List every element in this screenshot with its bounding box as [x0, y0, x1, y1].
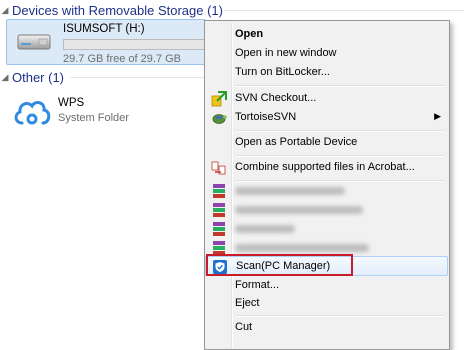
- menu-separator: [235, 155, 445, 157]
- group-title-other: Other (1): [12, 69, 65, 85]
- menu-item-label: TortoiseSVN: [235, 111, 297, 123]
- menu-item-label: Open in new window: [235, 47, 337, 59]
- svn-checkout-icon: [211, 91, 227, 107]
- menu-item-format[interactable]: Format...: [207, 276, 447, 296]
- menu-item-archive-2[interactable]: [207, 200, 447, 220]
- collapse-chevron-icon[interactable]: ◢: [0, 72, 10, 83]
- context-menu: Open Open in new window Turn on BitLocke…: [204, 20, 450, 350]
- drive-name: ISUMSOFT (H:): [63, 23, 145, 35]
- group-divider: [224, 10, 464, 11]
- menu-item-bitlocker[interactable]: Turn on BitLocker...: [207, 63, 447, 83]
- cloud-icon[interactable]: [12, 95, 52, 129]
- group-header-removable[interactable]: ◢ Devices with Removable Storage (1): [0, 0, 223, 20]
- menu-item-archive-1[interactable]: [207, 181, 447, 201]
- wps-type: System Folder: [58, 112, 129, 124]
- drive-capacity-bar: [63, 39, 213, 50]
- tortoise-icon: [212, 114, 227, 124]
- menu-item-label: SVN Checkout...: [235, 92, 317, 104]
- menu-item-label: Turn on BitLocker...: [235, 66, 330, 78]
- winrar-icon: [213, 184, 225, 198]
- menu-item-eject[interactable]: Eject: [207, 294, 447, 314]
- group-divider: [70, 77, 204, 78]
- blurred-label: [235, 244, 369, 252]
- menu-item-label: Open: [235, 28, 264, 40]
- menu-item-archive-3[interactable]: [207, 219, 447, 239]
- menu-item-cut[interactable]: Cut: [207, 318, 447, 338]
- menu-separator: [235, 315, 445, 317]
- menu-item-label: Eject: [235, 297, 260, 309]
- drive-free-space: 29.7 GB free of 29.7 GB: [63, 53, 182, 65]
- menu-item-open[interactable]: Open: [207, 25, 447, 45]
- menu-item-open-new-window[interactable]: Open in new window: [207, 44, 447, 64]
- collapse-chevron-icon[interactable]: ◢: [0, 5, 10, 16]
- menu-separator: [235, 85, 445, 87]
- menu-item-label: Format...: [235, 279, 280, 291]
- wps-name[interactable]: WPS: [58, 97, 84, 109]
- blurred-label: [235, 225, 295, 233]
- menu-separator: [235, 130, 445, 132]
- menu-item-label: Open as Portable Device: [235, 136, 358, 148]
- submenu-arrow-icon: ▶: [434, 111, 441, 121]
- acrobat-icon: [211, 161, 226, 175]
- menu-item-svn-checkout[interactable]: SVN Checkout...: [207, 89, 447, 109]
- winrar-icon: [213, 203, 225, 217]
- menu-item-label: Combine supported files in Acrobat...: [235, 161, 415, 173]
- scan-highlight-annotation: [206, 254, 353, 276]
- group-header-other[interactable]: ◢ Other (1): [0, 67, 64, 87]
- menu-item-combine-acrobat[interactable]: Combine supported files in Acrobat...: [207, 158, 447, 178]
- blurred-label: [235, 187, 345, 195]
- usb-drive-icon: [17, 34, 51, 50]
- winrar-icon: [213, 222, 225, 236]
- drive-tile-isumsoft[interactable]: ISUMSOFT (H:) 29.7 GB free of 29.7 GB: [6, 19, 213, 65]
- menu-item-label: Cut: [235, 321, 253, 333]
- menu-item-portable-device[interactable]: Open as Portable Device: [207, 133, 447, 153]
- blurred-label: [235, 206, 363, 214]
- menu-item-tortoisesvn[interactable]: TortoiseSVN ▶: [207, 108, 447, 128]
- group-title-removable: Devices with Removable Storage (1): [12, 2, 223, 18]
